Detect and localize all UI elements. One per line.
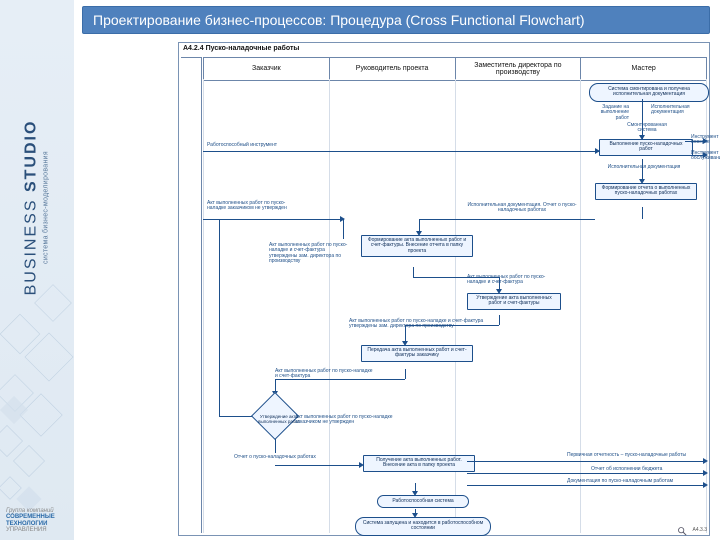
box-form-act: Формирование акта выполненных работ и сч… — [361, 235, 473, 257]
note-report-out: Отчет о пуско-наладочных работах — [227, 455, 323, 460]
brand-logo: BUSINESS STUDIO система бизнес-моделиров… — [6, 4, 66, 414]
box-transfer-act: Передача акта выполненных работ и счет-ф… — [361, 345, 473, 362]
corner-ref: A4.3.3 — [693, 527, 707, 533]
note-docs: Документация по пуско-наладочным работам — [567, 479, 707, 484]
slide: BUSINESS STUDIO система бизнес-моделиров… — [0, 0, 720, 540]
note-exec-doc-2: Исполнительная документация — [599, 165, 689, 170]
note-tool-ok: Работоспособный инструмент — [207, 143, 297, 148]
magnifier-icon — [677, 523, 687, 533]
lane-header-2: Руководитель проекта — [329, 58, 455, 80]
box-form-report: Формирование отчета о выполненных пуско-… — [595, 183, 697, 200]
lane-header-4: Мастер — [580, 58, 707, 80]
diagram-title: A4.2.4 Пуско-наладочные работы — [183, 45, 299, 52]
note-task: Задание на выполнение работ — [587, 105, 629, 121]
sidebar: BUSINESS STUDIO система бизнес-моделиров… — [0, 0, 74, 540]
note-ed-report: Исполнительная документация. Отчет о пус… — [457, 203, 587, 214]
footer-line-1: Группа компаний — [6, 508, 68, 515]
note-act-not-approved: Акт выполненных работ по пуско-наладке з… — [207, 201, 303, 212]
note-diamond1: Акт выполненных работ по пуско-наладке и… — [269, 243, 351, 264]
brand-tagline: система бизнес-моделирования — [43, 18, 50, 398]
footer-line-2: СОВРЕМЕННЫЕ ТЕХНОЛОГИИ — [6, 514, 68, 527]
box-approve-act: Утверждение акта выполненных работ и сче… — [467, 293, 561, 310]
end-terminator-1: Работоспособная система — [377, 495, 469, 508]
note-act-cf3: Акт выполненных работ по пуско-наладке и… — [275, 369, 375, 380]
note-diamond2: Акт выполненных работ по пуско-наладке з… — [295, 415, 405, 426]
note-sys: Смонтированная система — [619, 123, 675, 134]
start-terminator: Система смонтирована и получена исполнит… — [589, 83, 709, 102]
lane-header-3: Заместитель директора по производству — [455, 58, 581, 80]
footer-line-3: УПРАВЛЕНИЯ — [6, 527, 68, 534]
box-perform-works: Выполнение пуско-наладочных работ — [599, 139, 693, 156]
end-terminator-2: Система запущена и находится в работоспо… — [355, 517, 491, 536]
lane-headers: Заказчик Руководитель проекта Заместител… — [203, 57, 707, 81]
brand-name: BUSINESS STUDIO — [23, 18, 41, 398]
note-budget: Отчет об исполнении бюджета — [591, 467, 707, 472]
row-rail — [181, 57, 202, 533]
box-receive-act: Получение акта выполненных работ. Внесен… — [363, 455, 475, 472]
note-exec-doc: Исполнительная документация — [651, 105, 701, 116]
swimlane-diagram: A4.2.4 Пуско-наладочные работы Заказчик … — [178, 42, 710, 536]
decision-approve: Утверждение акта выполненных работ — [252, 393, 298, 439]
lane-header-1: Заказчик — [203, 58, 329, 80]
page-title: Проектирование бизнес-процессов: Процеду… — [82, 6, 710, 34]
note-primary: Первичная отчетность – пуско-наладочные … — [567, 453, 707, 458]
footer-logo: Группа компаний СОВРЕМЕННЫЕ ТЕХНОЛОГИИ У… — [6, 508, 68, 534]
